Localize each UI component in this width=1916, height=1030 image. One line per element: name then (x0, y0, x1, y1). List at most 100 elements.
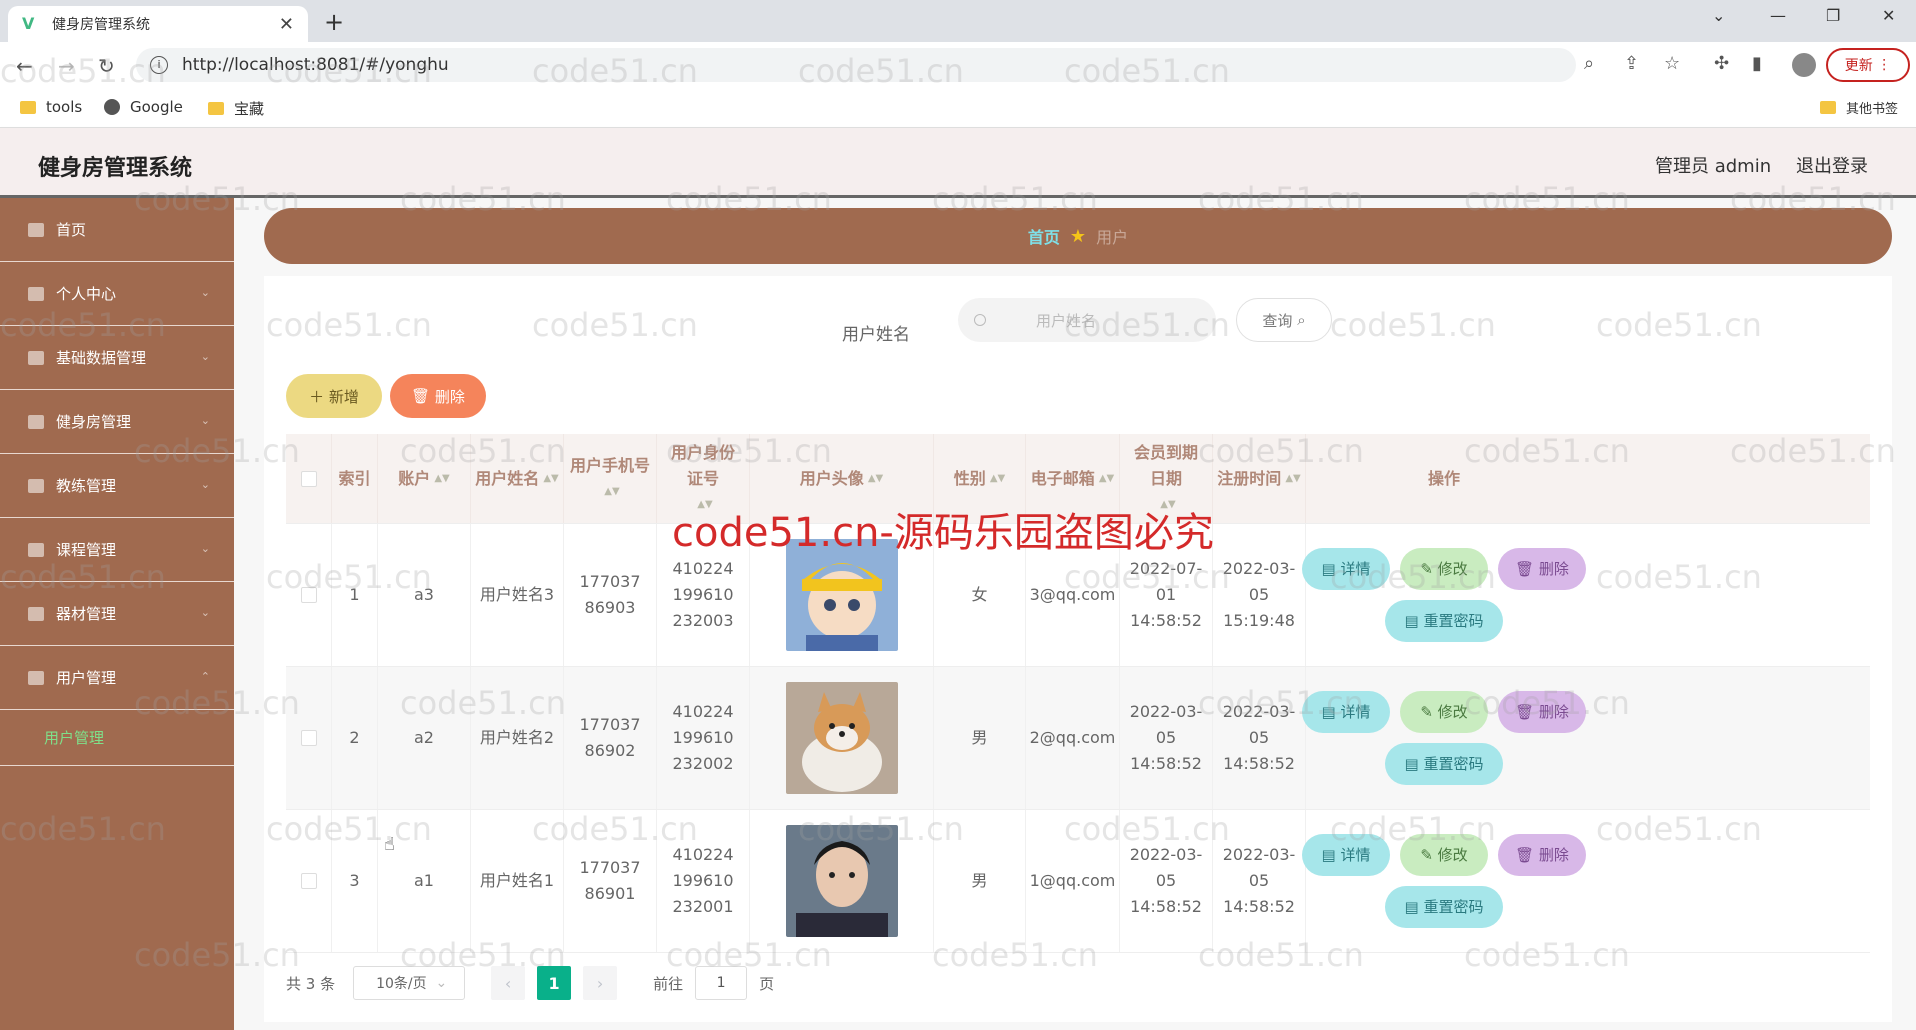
close-tab-icon[interactable]: ✕ (279, 14, 294, 35)
email-cell: 2@qq.com (1026, 667, 1120, 809)
sort-icon[interactable]: ▲▼ (543, 466, 558, 492)
add-button[interactable]: ＋ 新增 (286, 374, 382, 418)
sort-icon[interactable]: ▲▼ (434, 466, 449, 492)
goto-page-input[interactable]: 1 (695, 966, 748, 1000)
back-icon[interactable]: ← (16, 54, 33, 78)
col-gender[interactable]: 性别 ▲▼ (934, 434, 1026, 523)
sidebar-item-users[interactable]: 用户管理 ⌃ (0, 646, 234, 710)
gender-cell: 男 (934, 810, 1026, 952)
chevron-right-icon: › (596, 973, 604, 993)
sort-icon[interactable]: ▲▼ (868, 466, 883, 492)
sidebar-subitem-user-management[interactable]: 用户管理 (0, 710, 234, 766)
minimize-icon[interactable]: — (1770, 6, 1786, 25)
table-header: 索引 账户 ▲▼ 用户姓名 ▲▼ 用户手机号 ▲▼ 用户身份证号 ▲▼ 用户头像 ▲▼ 性… (286, 434, 1870, 524)
reload-icon[interactable]: ↻ (98, 54, 115, 78)
detail-button[interactable]: ▤ 详情 (1302, 548, 1390, 590)
name-cell: 用户姓名1 (471, 810, 564, 952)
sort-icon[interactable]: ▲▼ (1099, 466, 1114, 492)
bookmark-tools[interactable]: tools (20, 98, 82, 116)
chevron-down-icon: ⌄ (200, 542, 210, 555)
extensions-icon[interactable]: ✣ (1714, 53, 1729, 74)
col-account[interactable]: 账户 ▲▼ (378, 434, 471, 523)
restore-icon[interactable]: ❐ (1826, 6, 1840, 25)
user-avatar-image (785, 682, 898, 794)
chevron-down-icon[interactable]: ⌄ (1712, 6, 1725, 25)
search-placeholder: 用户姓名 (1036, 311, 1097, 330)
sidebar-item-basic-data[interactable]: 基础数据管理 ⌄ (0, 326, 234, 390)
breadcrumb-home[interactable]: 首页 (1028, 224, 1060, 248)
url-field[interactable]: i http://localhost:8081/#/yonghu (136, 48, 1576, 82)
update-button[interactable]: 更新 ⋮ (1826, 48, 1910, 82)
col-email[interactable]: 电子邮箱 ▲▼ (1026, 434, 1120, 523)
globe-icon (104, 99, 120, 115)
edit-button[interactable]: ✎ 修改 (1400, 691, 1488, 733)
sidebar-item-equipment[interactable]: 器材管理 ⌄ (0, 582, 234, 646)
chevron-down-icon: ⌄ (200, 606, 210, 619)
sort-icon[interactable]: ▲▼ (990, 466, 1005, 492)
actions-cell: ▤ 详情 ✎ 修改 🗑 删除 ▤ 重置密码 (1302, 524, 1586, 666)
actions-cell: ▤ 详情 ✎ 修改 🗑 删除 ▤ 重置密码 (1302, 810, 1586, 952)
sidebar-item-coach[interactable]: 教练管理 ⌄ (0, 454, 234, 518)
delete-button[interactable]: 🗑 删除 (1498, 548, 1586, 590)
total-count: 共 3 条 (286, 974, 336, 993)
star-icon: ★ (1069, 225, 1087, 247)
col-phone[interactable]: 用户手机号 ▲▼ (564, 434, 657, 523)
row-checkbox[interactable] (300, 587, 317, 603)
coach-icon (28, 478, 44, 493)
query-button[interactable]: 查询 ⌕ (1236, 298, 1332, 342)
batch-delete-button[interactable]: 🗑 删除 (390, 374, 486, 418)
delete-button[interactable]: 🗑 删除 (1498, 834, 1586, 876)
reset-password-button[interactable]: ▤ 重置密码 (1385, 886, 1503, 928)
prev-page-button[interactable]: ‹ (491, 966, 526, 1000)
delete-button[interactable]: 🗑 删除 (1498, 691, 1586, 733)
close-window-icon[interactable]: ✕ (1882, 6, 1895, 25)
edit-button[interactable]: ✎ 修改 (1400, 834, 1488, 876)
next-page-button[interactable]: › (583, 966, 618, 1000)
expire-cell: 2022-07-01 14:58:52 (1120, 524, 1213, 666)
edit-button[interactable]: ✎ 修改 (1400, 548, 1488, 590)
col-regtime[interactable]: 注册时间 ▲▼ (1213, 434, 1306, 523)
detail-button[interactable]: ▤ 详情 (1302, 834, 1390, 876)
header-label: 注册时间 (1217, 468, 1282, 488)
search-icon: ⌕ (1297, 311, 1306, 329)
bookmark-other[interactable]: 其他书签 (1820, 98, 1898, 117)
sidepanel-icon[interactable]: ▮ (1752, 53, 1762, 74)
sidebar-item-gym[interactable]: 健身房管理 ⌄ (0, 390, 234, 454)
sort-icon[interactable]: ▲▼ (697, 492, 712, 518)
zoom-icon[interactable]: ⌕ (1584, 53, 1594, 74)
sidebar-item-course[interactable]: 课程管理 ⌄ (0, 518, 234, 582)
profile-avatar[interactable] (1792, 53, 1816, 77)
col-name[interactable]: 用户姓名 ▲▼ (471, 434, 564, 523)
row-checkbox[interactable] (300, 730, 317, 746)
new-tab-icon[interactable]: + (324, 8, 344, 36)
sidebar-item-home[interactable]: 首页 (0, 198, 234, 262)
sidebar-item-label: 课程管理 (56, 541, 117, 559)
bookmark-treasure[interactable]: 宝藏 (208, 98, 264, 119)
logout-link[interactable]: 退出登录 (1796, 152, 1868, 178)
sort-icon[interactable]: ▲▼ (604, 479, 619, 505)
forward-icon[interactable]: → (58, 54, 75, 78)
bookmark-google[interactable]: Google (104, 98, 183, 116)
browser-tab[interactable]: V 健身房管理系统 ✕ (8, 6, 308, 42)
col-expire[interactable]: 会员到期日期 ▲▼ (1120, 434, 1213, 523)
share-icon[interactable]: ⇪ (1624, 53, 1639, 74)
sidebar-item-profile[interactable]: 个人中心 ⌄ (0, 262, 234, 326)
col-idcard[interactable]: 用户身份证号 ▲▼ (657, 434, 750, 523)
detail-button[interactable]: ▤ 详情 (1302, 691, 1390, 733)
admin-label: 管理员 admin (1655, 156, 1772, 177)
pencil-icon: ✎ (1420, 560, 1433, 578)
index-cell: 1 (332, 524, 378, 666)
sort-icon[interactable]: ▲▼ (1285, 466, 1300, 492)
star-icon[interactable]: ☆ (1664, 53, 1680, 74)
search-input[interactable]: 用户姓名 (958, 298, 1216, 342)
select-all-checkbox[interactable] (300, 470, 317, 487)
gender-cell: 男 (934, 667, 1026, 809)
page-size-select[interactable]: 10条/页 ⌄ (353, 966, 466, 1000)
reset-password-button[interactable]: ▤ 重置密码 (1385, 600, 1503, 642)
reset-password-button[interactable]: ▤ 重置密码 (1385, 743, 1503, 785)
row-checkbox[interactable] (300, 873, 317, 889)
page-number-button[interactable]: 1 (537, 966, 572, 1000)
sort-icon[interactable]: ▲▼ (1160, 492, 1175, 518)
info-icon[interactable]: i (150, 56, 168, 74)
col-avatar[interactable]: 用户头像 ▲▼ (750, 434, 934, 523)
